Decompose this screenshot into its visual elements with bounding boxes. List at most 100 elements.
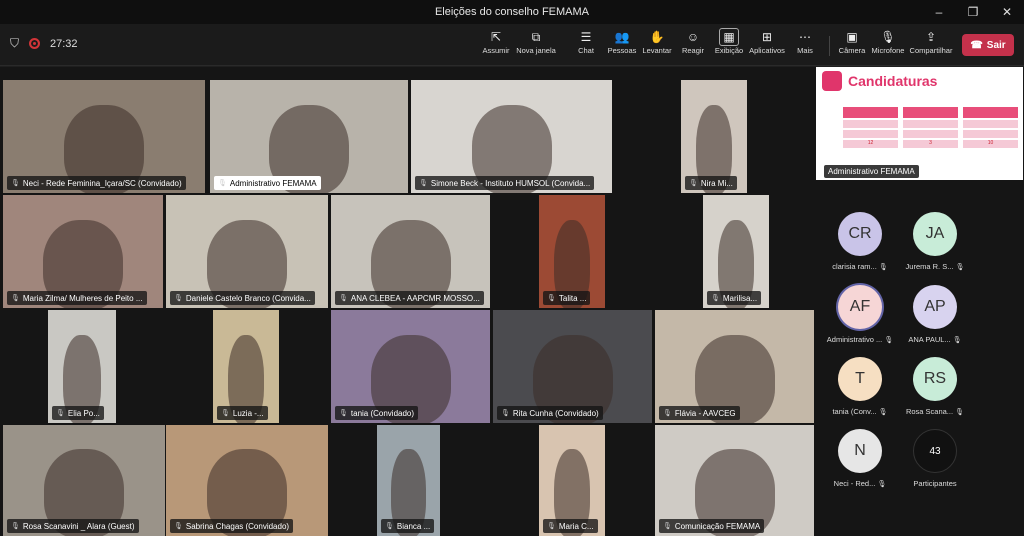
toolbar-button-mais[interactable]: ⋯ Mais <box>783 28 827 62</box>
toolbar-button-nova-janela[interactable]: ⧉ Nova janela <box>514 28 558 62</box>
video-tile[interactable]: 🎙 Flávia - AAVCEG <box>655 310 814 423</box>
participant-name: Flávia - AAVCEG <box>674 408 736 418</box>
view-icon: ▦ <box>719 28 739 46</box>
video-tile[interactable]: 🎙 Elia Po... <box>48 310 116 423</box>
participant-name: Nira Mi... <box>700 178 733 188</box>
avatar-initials: 43 <box>929 445 941 457</box>
video-tile[interactable]: 🎙 Rita Cunha (Convidado) <box>493 310 652 423</box>
video-tile[interactable]: 🎙 Marilisa... <box>703 195 769 308</box>
muted-mic-icon: 🎙 <box>547 295 556 302</box>
muted-mic-icon: 🎙 <box>419 180 428 187</box>
participant-name-tag: 🎙 Elia Po... <box>52 406 104 420</box>
participant-name: Rita Cunha (Convidado) <box>512 408 599 418</box>
recording-icon <box>29 38 41 49</box>
avatar-initials: AF <box>849 298 871 315</box>
leave-button[interactable]: ☎ Sair <box>962 34 1014 56</box>
camera-icon: ▣ <box>846 30 858 44</box>
participant-name: Bianca ... <box>396 521 431 531</box>
avatar-circle: AP <box>913 285 957 329</box>
toolbar-button-label: Nova janela <box>516 46 556 55</box>
toolbar-button-label: Aplicativos <box>749 46 785 55</box>
restore-icon[interactable]: ❐ <box>956 0 990 24</box>
toolbar-button-compartilhar[interactable]: ⇪ Compartilhar <box>909 28 953 62</box>
participant-name-tag: 🎙 Sabrina Chagas (Convidado) <box>170 519 294 533</box>
video-tile[interactable]: 🎙 Maria Zilma/ Mulheres de Peito ... <box>3 195 163 308</box>
muted-mic-icon: 🎙 <box>56 410 65 417</box>
avatar-label: Participantes <box>913 479 957 488</box>
avatar-circle: AF <box>838 285 882 329</box>
participant-name: Sabrina Chagas (Convidado) <box>185 521 290 531</box>
video-tile[interactable]: 🎙 Bianca ... <box>377 425 440 536</box>
participant-name-tag: 🎙 Maria Zilma/ Mulheres de Peito ... <box>7 291 147 305</box>
avatar-circle: T <box>838 357 882 401</box>
avatar-initials: T <box>855 370 865 387</box>
muted-mic-icon: 🎙 <box>221 410 230 417</box>
avatar-label: Jurema R. S... <box>905 262 954 271</box>
avatar-label: Administrativo ... <box>826 335 883 344</box>
participant-name-tag: 🎙 Neci - Rede Feminina_Içara/SC (Convidad… <box>7 176 186 190</box>
participant-avatar[interactable]: RS Rosa Scana... 🎙 <box>885 357 985 416</box>
toolbar-button-label: Levantar <box>642 46 672 55</box>
participant-name: Simone Beck - Instituto HUMSOL (Convida.… <box>430 178 591 188</box>
muted-mic-icon: 🎙 <box>339 295 348 302</box>
video-tile[interactable]: 🎙 Luzia -... <box>213 310 279 423</box>
muted-mic-icon: 🎙 <box>11 295 20 302</box>
video-tile[interactable]: 🎙 Neci - Rede Feminina_Içara/SC (Convidad… <box>3 80 205 193</box>
video-tile[interactable]: 🎙 Simone Beck - Instituto HUMSOL (Convida… <box>411 80 612 193</box>
avatar-circle: CR <box>838 212 882 256</box>
toolbar-button-label: Reagir <box>681 46 705 55</box>
participant-avatar[interactable]: 43 Participantes <box>885 429 985 488</box>
toolbar-button-assumir[interactable]: ⇱ Assumir <box>474 28 518 62</box>
avatar-circle: 43 <box>913 429 957 473</box>
toolbar-button-label: Chat <box>578 46 594 55</box>
video-tile[interactable]: 🎙 Administrativo FEMAMA <box>210 80 408 193</box>
participant-name: Comunicação FEMAMA <box>674 521 761 531</box>
toolbar-button-label: Mais <box>797 46 813 55</box>
video-tile[interactable]: 🎙 Rosa Scanavini _ Alara (Guest) <box>3 425 165 536</box>
femama-logo-icon <box>822 71 842 91</box>
muted-mic-icon: 🎙 <box>663 410 672 417</box>
title-bar: Eleições do conselho FEMAMA – ❐ ✕ <box>0 0 1024 24</box>
muted-mic-icon: 🎙 <box>385 523 394 530</box>
participant-name: Luzia -... <box>232 408 264 418</box>
shared-value: 10 <box>963 140 1018 148</box>
avatar-initials: AP <box>924 298 946 315</box>
participant-name-tag: 🎙 Comunicação FEMAMA <box>659 519 765 533</box>
muted-mic-icon: 🎙 <box>218 180 227 187</box>
more-icon: ⋯ <box>799 30 811 44</box>
muted-mic-icon: 🎙 <box>547 523 556 530</box>
muted-mic-icon: 🎙 <box>955 409 965 416</box>
video-tile[interactable]: 🎙 Maria C... <box>539 425 605 536</box>
avatar-label: clarisia ram... <box>832 262 877 271</box>
avatar-circle: JA <box>913 212 957 256</box>
meeting-timer: 27:32 <box>50 37 78 50</box>
shared-content[interactable]: Candidaturas 12 3 10 Administrativo FEMA… <box>816 67 1023 180</box>
participant-avatar[interactable]: AP ANA PAUL... 🎙 <box>885 285 985 344</box>
participant-name: Marilisa... <box>722 293 758 303</box>
shared-title: Candidaturas <box>848 73 938 89</box>
toolbar-button-label: Assumir <box>482 46 510 55</box>
muted-mic-icon: 🎙 <box>174 295 183 302</box>
muted-mic-icon: 🎙 <box>174 523 183 530</box>
video-tile[interactable]: 🎙 Talita ... <box>539 195 605 308</box>
close-icon[interactable]: ✕ <box>990 0 1024 24</box>
muted-mic-icon: 🎙 <box>711 295 720 302</box>
video-tile[interactable]: 🎙 Daniele Castelo Branco (Convida... <box>166 195 328 308</box>
avatar-label: Neci - Red... <box>833 479 876 488</box>
participant-avatar[interactable]: JA Jurema R. S... 🎙 <box>885 212 985 271</box>
participant-name-tag: 🎙 Maria C... <box>543 519 598 533</box>
minimize-icon[interactable]: – <box>922 0 956 24</box>
video-tile[interactable]: 🎙 Sabrina Chagas (Convidado) <box>166 425 328 536</box>
video-tile[interactable]: 🎙 tania (Convidado) <box>331 310 490 423</box>
toolbar-button-microfone[interactable]: 🎙 Microfone <box>866 28 910 62</box>
participant-name: Talita ... <box>558 293 587 303</box>
muted-mic-icon: 🎙 <box>663 523 672 530</box>
participant-name: tania (Convidado) <box>350 408 415 418</box>
video-tile[interactable]: 🎙 ANA CLEBEA - AAPCMR MOSSO... <box>331 195 490 308</box>
shared-value: 3 <box>903 140 958 148</box>
phone-icon: ☎ <box>970 39 983 51</box>
video-tile[interactable]: 🎙 Comunicação FEMAMA <box>655 425 814 536</box>
video-tile[interactable]: 🎙 Nira Mi... <box>681 80 747 193</box>
react-icon: ☺ <box>686 30 700 44</box>
presenter-label: Administrativo FEMAMA <box>824 165 919 178</box>
